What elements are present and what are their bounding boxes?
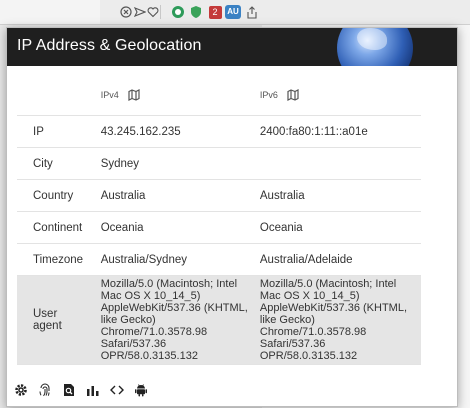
heart-icon[interactable] bbox=[145, 4, 161, 20]
ipv4-value: Australia bbox=[100, 179, 260, 212]
badge-count: 2 bbox=[208, 5, 222, 19]
ua-line: Safari/537.36 bbox=[259, 338, 326, 350]
table-row: IP 43.245.162.235 2400:fa80:1:11::a01e bbox=[17, 115, 421, 148]
ipv4-label: IPv4 bbox=[100, 89, 119, 100]
ua-line: AppleWebKit/537.36 (KHTML, bbox=[100, 302, 248, 314]
ipv6-value bbox=[259, 147, 421, 180]
header-empty-cell bbox=[17, 75, 101, 116]
ip-extension-button[interactable]: AU bbox=[224, 4, 242, 20]
ipv6-value: 2400:fa80:1:11::a01e bbox=[259, 115, 421, 148]
code-icon[interactable] bbox=[109, 382, 125, 398]
ua-line: Mac OS X 10_14_5) bbox=[259, 290, 360, 302]
row-label: City bbox=[17, 147, 101, 180]
ua-line: AppleWebKit/537.36 (KHTML, bbox=[259, 302, 408, 314]
row-label: Country bbox=[17, 179, 101, 212]
ua-line: Mac OS X 10_14_5) bbox=[100, 290, 201, 302]
map-icon[interactable] bbox=[287, 89, 299, 101]
user-agent-label: User agent bbox=[17, 275, 101, 365]
ipv6-column-header: IPv6 bbox=[259, 75, 421, 116]
table-header-row: IPv4 IPv6 bbox=[17, 75, 421, 116]
ua-line: Chrome/71.0.3578.98 bbox=[100, 326, 208, 338]
ipv6-value: Australia bbox=[259, 179, 421, 212]
extension-badge: AU bbox=[225, 5, 241, 19]
table-row: City Sydney bbox=[17, 147, 421, 180]
table-row: Timezone Australia/Sydney Australia/Adel… bbox=[17, 243, 421, 276]
ipv6-user-agent: Mozilla/5.0 (Macintosh; Intel Mac OS X 1… bbox=[259, 275, 421, 365]
ua-line: Chrome/71.0.3578.98 bbox=[259, 326, 367, 338]
ua-line: OPR/58.0.3135.132 bbox=[259, 350, 358, 362]
globe-icon bbox=[337, 28, 413, 66]
popup-header: IP Address & Geolocation bbox=[7, 28, 457, 66]
browser-toolbar: 2 AU bbox=[0, 0, 470, 25]
bottom-toolbar bbox=[7, 373, 457, 406]
gear-icon[interactable] bbox=[13, 382, 29, 398]
ua-line: Mozilla/5.0 (Macintosh; Intel bbox=[100, 278, 238, 290]
ip-info-table: IPv4 IPv6 IP 43.245.162.235 2400:fa80:1:… bbox=[17, 75, 421, 365]
ipv4-user-agent: Mozilla/5.0 (Macintosh; Intel Mac OS X 1… bbox=[100, 275, 260, 365]
fingerprint-icon[interactable] bbox=[37, 382, 53, 398]
user-agent-row: User agent Mozilla/5.0 (Macintosh; Intel… bbox=[17, 275, 421, 365]
ua-line: Mozilla/5.0 (Macintosh; Intel bbox=[259, 278, 397, 290]
ip-geolocation-popup: IP Address & Geolocation IPv4 IPv6 IP 43 bbox=[6, 27, 458, 407]
row-label: Continent bbox=[17, 211, 101, 244]
ua-line: OPR/58.0.3135.132 bbox=[100, 350, 198, 362]
map-icon[interactable] bbox=[128, 89, 140, 101]
ua-line: like Gecko) bbox=[100, 314, 156, 326]
popup-title: IP Address & Geolocation bbox=[17, 37, 202, 54]
shield-icon[interactable] bbox=[188, 4, 204, 20]
ipv4-value: Sydney bbox=[100, 147, 260, 180]
row-label: Timezone bbox=[17, 243, 101, 276]
row-label: IP bbox=[17, 115, 101, 148]
user-agent-label-text: User agent bbox=[33, 308, 62, 332]
ipv4-value: 43.245.162.235 bbox=[100, 115, 260, 148]
android-icon[interactable] bbox=[133, 382, 149, 398]
ipv4-value: Australia/Sydney bbox=[100, 243, 260, 276]
toolbar-separator bbox=[160, 5, 161, 19]
extension-green-icon[interactable] bbox=[170, 4, 186, 20]
globe-land bbox=[357, 28, 387, 50]
page-search-icon[interactable] bbox=[61, 382, 77, 398]
ipv6-value: Oceania bbox=[259, 211, 421, 244]
ua-line: Safari/537.36 bbox=[100, 338, 167, 350]
bar-chart-icon[interactable] bbox=[85, 382, 101, 398]
ipv6-label: IPv6 bbox=[259, 89, 278, 100]
address-bar-end bbox=[0, 0, 100, 24]
ipv4-column-header: IPv4 bbox=[100, 75, 260, 116]
table-row: Continent Oceania Oceania bbox=[17, 211, 421, 244]
share-icon[interactable] bbox=[244, 4, 260, 20]
ua-line: like Gecko) bbox=[259, 314, 315, 326]
ipv4-value: Oceania bbox=[100, 211, 260, 244]
notification-badge-icon[interactable]: 2 bbox=[207, 4, 223, 20]
ipv6-value: Australia/Adelaide bbox=[259, 243, 421, 276]
table-row: Country Australia Australia bbox=[17, 179, 421, 212]
